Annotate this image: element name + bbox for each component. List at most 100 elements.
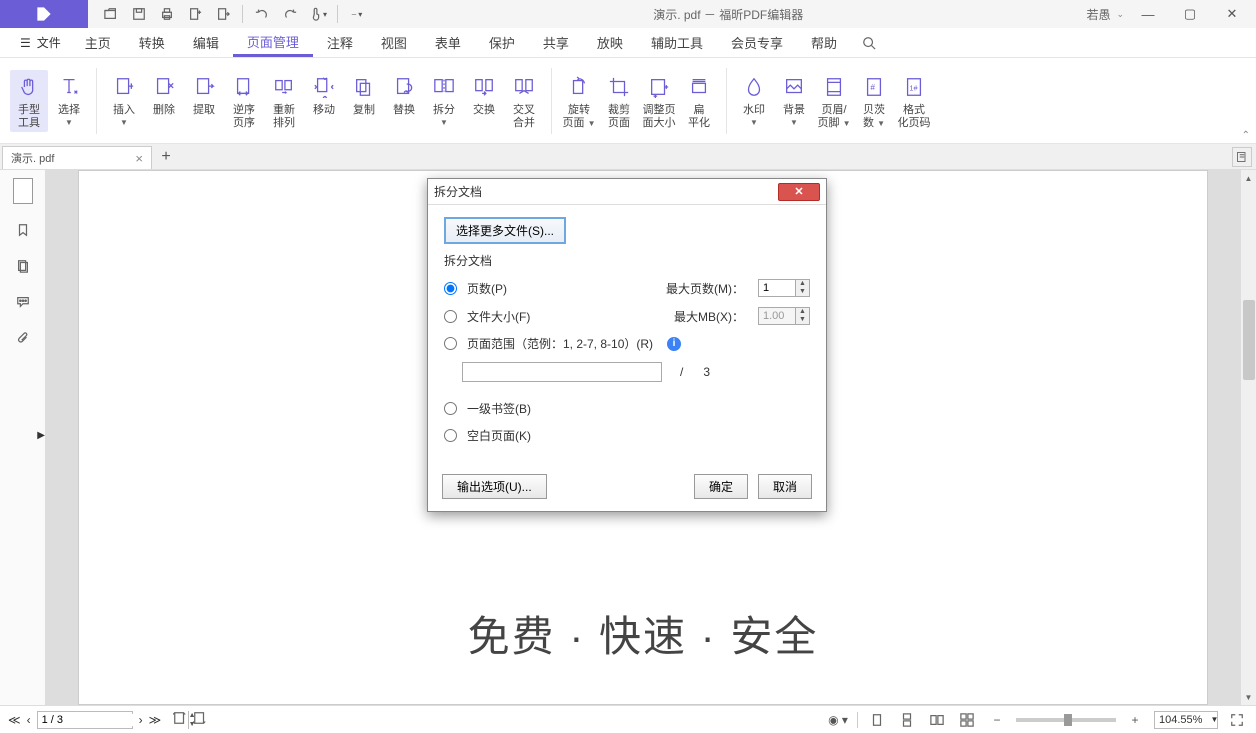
- menu-protect[interactable]: 保护: [475, 28, 529, 57]
- view-visible-icon[interactable]: ◉ ▾: [827, 710, 849, 730]
- chevron-down-icon[interactable]: ▼: [1206, 715, 1221, 724]
- menu-page-management[interactable]: 页面管理: [233, 28, 313, 57]
- user-name[interactable]: 若愚: [1086, 6, 1110, 23]
- undo-icon[interactable]: [249, 1, 275, 27]
- qat-dropdown-icon[interactable]: ⎯▾: [344, 1, 370, 27]
- menu-slideshow[interactable]: 放映: [583, 28, 637, 57]
- tab-tools-icon[interactable]: [1232, 147, 1252, 167]
- maximize-button[interactable]: ▢: [1172, 1, 1208, 27]
- reverse-button[interactable]: 逆序页序: [225, 70, 263, 132]
- bates-button[interactable]: #贝茨数 ▼: [855, 70, 893, 132]
- select-tool-button[interactable]: 选择 ▼: [50, 70, 88, 132]
- menu-share[interactable]: 共享: [529, 28, 583, 57]
- cancel-button[interactable]: 取消: [758, 474, 812, 499]
- dialog-titlebar[interactable]: 拆分文档 ✕: [428, 179, 826, 205]
- user-dropdown-icon[interactable]: ⌄: [1116, 9, 1124, 20]
- last-page-icon[interactable]: ≫: [149, 713, 162, 727]
- max-mb-input[interactable]: [758, 307, 796, 325]
- ok-button[interactable]: 确定: [694, 474, 748, 499]
- menu-edit[interactable]: 编辑: [179, 28, 233, 57]
- menu-comment[interactable]: 注释: [313, 28, 367, 57]
- menu-assist[interactable]: 辅助工具: [637, 28, 717, 57]
- scroll-up-icon[interactable]: ▲: [1241, 170, 1256, 186]
- cross-merge-button[interactable]: 交叉合并: [505, 70, 543, 132]
- radio-blank[interactable]: [444, 429, 457, 442]
- move-button[interactable]: 移动: [305, 70, 343, 132]
- view-single-icon[interactable]: [866, 710, 888, 730]
- menu-view[interactable]: 视图: [367, 28, 421, 57]
- comments-icon[interactable]: [7, 286, 39, 318]
- insert-button[interactable]: 插入▼: [105, 70, 143, 132]
- copy-button[interactable]: 复制: [345, 70, 383, 132]
- first-page-icon[interactable]: ≪: [8, 713, 21, 727]
- scroll-thumb[interactable]: [1243, 300, 1255, 380]
- rearrange-button[interactable]: 重新排列: [265, 70, 303, 132]
- pages-panel-icon[interactable]: [7, 250, 39, 282]
- swap-button[interactable]: 交换: [465, 70, 503, 132]
- next-page-icon[interactable]: ›: [139, 713, 143, 727]
- extract-button[interactable]: 提取: [185, 70, 223, 132]
- hand-tool-button[interactable]: 手型 工具: [10, 70, 48, 132]
- replace-button[interactable]: 替换: [385, 70, 423, 132]
- page-field[interactable]: [38, 714, 188, 726]
- split-button[interactable]: 拆分▼: [425, 70, 463, 132]
- zoom-thumb[interactable]: [1064, 714, 1072, 726]
- zoom-display[interactable]: 104.55%▼: [1154, 711, 1218, 729]
- document-tab[interactable]: 演示. pdf ×: [2, 146, 152, 169]
- print-icon[interactable]: [154, 1, 180, 27]
- layout-icon-a[interactable]: [173, 711, 187, 728]
- zoom-in-icon[interactable]: +: [1124, 710, 1146, 730]
- resize-button[interactable]: 调整页面大小: [640, 70, 678, 132]
- view-facing-cont-icon[interactable]: [956, 710, 978, 730]
- scroll-down-icon[interactable]: ▼: [1241, 689, 1256, 705]
- page-next-icon[interactable]: [210, 1, 236, 27]
- menu-vip[interactable]: 会员专享: [717, 28, 797, 57]
- view-continuous-icon[interactable]: [896, 710, 918, 730]
- search-icon[interactable]: [857, 31, 881, 55]
- radio-bookmark[interactable]: [444, 402, 457, 415]
- rotate-button[interactable]: 旋转页面 ▼: [560, 70, 598, 132]
- crop-button[interactable]: 裁剪页面: [600, 70, 638, 132]
- dialog-close-button[interactable]: ✕: [778, 183, 820, 201]
- spin-down-icon[interactable]: ▼: [796, 316, 809, 324]
- select-more-files-button[interactable]: 选择更多文件(S)...: [444, 217, 566, 244]
- tab-close-icon[interactable]: ×: [135, 151, 143, 166]
- ribbon-collapse-icon[interactable]: ⌃: [1242, 130, 1250, 141]
- fullscreen-icon[interactable]: [1226, 710, 1248, 730]
- range-input[interactable]: [462, 362, 662, 382]
- flatten-button[interactable]: 扁平化: [680, 70, 718, 132]
- touch-icon[interactable]: ▾: [305, 1, 331, 27]
- max-pages-input[interactable]: [758, 279, 796, 297]
- menu-help[interactable]: 帮助: [797, 28, 851, 57]
- zoom-out-icon[interactable]: −: [986, 710, 1008, 730]
- menu-home[interactable]: 主页: [71, 28, 125, 57]
- spin-up-icon[interactable]: ▲: [796, 308, 809, 316]
- view-facing-icon[interactable]: [926, 710, 948, 730]
- watermark-button[interactable]: 水印▼: [735, 70, 773, 132]
- page-thumbnail[interactable]: [13, 178, 33, 204]
- radio-filesize[interactable]: [444, 310, 457, 323]
- menu-convert[interactable]: 转换: [125, 28, 179, 57]
- redo-icon[interactable]: [277, 1, 303, 27]
- open-icon[interactable]: [98, 1, 124, 27]
- spin-up-icon[interactable]: ▲: [796, 280, 809, 288]
- menu-form[interactable]: 表单: [421, 28, 475, 57]
- vertical-scrollbar[interactable]: ▲ ▼: [1240, 170, 1256, 705]
- sidebar-expand-icon[interactable]: ▶: [37, 430, 45, 441]
- header-footer-button[interactable]: 页眉/页脚 ▼: [815, 70, 853, 132]
- file-menu[interactable]: ☰ 文件: [10, 28, 71, 57]
- page-add-icon[interactable]: [182, 1, 208, 27]
- minimize-button[interactable]: —: [1130, 1, 1166, 27]
- save-icon[interactable]: [126, 1, 152, 27]
- radio-pages[interactable]: [444, 282, 457, 295]
- prev-page-icon[interactable]: ‹: [27, 713, 31, 727]
- info-icon[interactable]: i: [667, 337, 681, 351]
- layout-icon-b[interactable]: [193, 711, 207, 728]
- delete-button[interactable]: 删除: [145, 70, 183, 132]
- spin-down-icon[interactable]: ▼: [796, 288, 809, 296]
- background-button[interactable]: 背景▼: [775, 70, 813, 132]
- attachments-icon[interactable]: [7, 322, 39, 354]
- output-options-button[interactable]: 输出选项(U)...: [442, 474, 547, 499]
- page-number-input[interactable]: ▲▼: [37, 711, 133, 729]
- new-tab-button[interactable]: +: [152, 144, 180, 169]
